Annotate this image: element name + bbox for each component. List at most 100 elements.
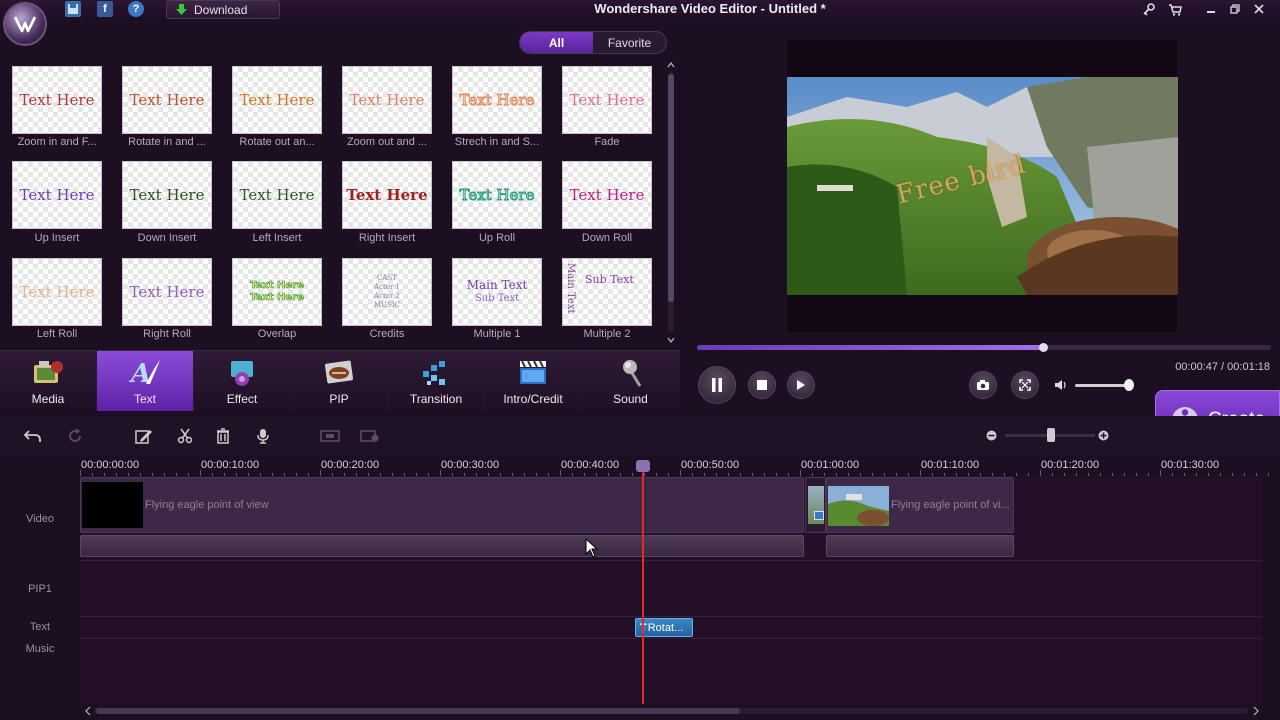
text-preset-label: Up Roll xyxy=(478,232,516,244)
category-intro-credit-label: Intro/Credit xyxy=(503,392,563,406)
video-clip-2[interactable]: Flying eagle point of vi... xyxy=(826,477,1014,533)
text-preset-rotate-in-and[interactable]: Text Here xyxy=(122,66,212,134)
category-sound[interactable]: Sound xyxy=(582,351,679,411)
scroll-right-icon[interactable] xyxy=(1252,706,1260,716)
next-frame-button[interactable] xyxy=(787,371,815,399)
volume-icon[interactable] xyxy=(1053,377,1069,393)
pause-button[interactable] xyxy=(698,366,736,404)
help-icon[interactable]: ? xyxy=(128,1,144,17)
category-intro-credit[interactable]: Intro/Credit xyxy=(485,351,582,411)
text-preset-left-insert[interactable]: Text Here xyxy=(232,161,322,229)
category-transition[interactable]: Transition xyxy=(388,351,485,411)
text-preset-right-insert[interactable]: Text Here xyxy=(342,161,432,229)
library-scroll-thumb[interactable] xyxy=(668,74,674,302)
multiple1-main-text: Main Text xyxy=(466,278,528,292)
text-preset-down-roll[interactable]: Text Here xyxy=(562,161,652,229)
timeline-scroll-thumb[interactable] xyxy=(96,708,740,714)
preset-sample-text: Text Here xyxy=(19,283,95,301)
save-icon[interactable] xyxy=(65,1,81,17)
restore-icon[interactable] xyxy=(1226,1,1244,17)
library-scrollbar[interactable] xyxy=(666,62,676,344)
fullscreen-button[interactable] xyxy=(1011,371,1039,399)
category-pip[interactable]: PIP xyxy=(291,351,388,411)
track-label-pip1: PIP1 xyxy=(28,583,52,595)
preset-sample-text: Text Here xyxy=(129,186,205,204)
app-logo[interactable] xyxy=(3,2,47,46)
category-media[interactable]: Media xyxy=(0,351,97,411)
close-icon[interactable] xyxy=(1250,1,1268,17)
transition-icon xyxy=(419,358,453,388)
video-preview[interactable]: Free bird xyxy=(787,77,1178,295)
fullscreen-icon xyxy=(1019,379,1031,391)
text-preset-label: Multiple 1 xyxy=(473,328,521,340)
title-bar: f ? Download Wondershare Video Editor - … xyxy=(0,0,1280,46)
timeline-horizontal-scrollbar[interactable] xyxy=(80,705,1262,717)
text-preset-left-roll[interactable]: Text Here xyxy=(12,258,102,326)
video-clip-1[interactable]: Flying eagle point of view xyxy=(80,477,804,533)
tab-favorite[interactable]: Favorite xyxy=(593,32,666,53)
edit-icon[interactable] xyxy=(134,426,154,446)
volume-slider-handle[interactable] xyxy=(1124,379,1134,391)
transition-marker[interactable] xyxy=(805,477,826,533)
text-preset-up-insert[interactable]: Text Here xyxy=(12,161,102,229)
undo-icon[interactable] xyxy=(23,426,43,446)
playback-timecode: 00:00:47 / 00:01:18 xyxy=(1175,361,1270,373)
zoom-slider-handle[interactable] xyxy=(1047,428,1055,442)
scroll-left-icon[interactable] xyxy=(84,706,92,716)
tab-all[interactable]: All xyxy=(520,32,593,53)
text-preset-down-insert[interactable]: Text Here xyxy=(122,161,212,229)
redo-icon[interactable] xyxy=(65,426,85,446)
facebook-icon[interactable]: f xyxy=(97,1,113,17)
zoom-in-icon[interactable] xyxy=(1097,429,1109,441)
scroll-down-icon[interactable] xyxy=(667,337,675,343)
text-preset-zoom-in-and-f[interactable]: Text Here xyxy=(12,66,102,134)
multiple2-vertical-text: Main Text xyxy=(565,263,576,314)
text-preset-zoom-out-and[interactable]: Text Here xyxy=(342,66,432,134)
preset-sample-text: Text Here xyxy=(349,91,425,109)
category-effect[interactable]: Effect xyxy=(194,351,291,411)
playhead-handle[interactable] xyxy=(636,460,650,472)
text-preset-label: Down Insert xyxy=(137,232,197,244)
download-button[interactable]: Download xyxy=(166,0,280,19)
text-preset-label: Rotate in and ... xyxy=(128,136,206,148)
crop-icon[interactable] xyxy=(320,426,340,446)
video-clip-1-audio[interactable] xyxy=(80,535,804,557)
microphone-icon[interactable] xyxy=(253,426,273,446)
pip-icon xyxy=(322,358,356,388)
text-preset-overlap[interactable]: Text Here Text Here xyxy=(232,258,322,326)
text-preset-multiple-2[interactable]: Main Text Sub Text xyxy=(562,258,652,326)
playhead-line xyxy=(642,465,644,704)
timeline-ruler[interactable]: 00:00:00:00 00:00:10:00 00:00:20:00 00:00:3… xyxy=(80,456,1270,476)
text-preset-strech-in-and-s[interactable]: Text Here xyxy=(452,66,542,134)
text-preset-up-roll[interactable]: Text Here xyxy=(452,161,542,229)
text-preset-rotate-out-an[interactable]: Text Here xyxy=(232,66,322,134)
text-preset-credits[interactable]: CAST Actor 1 Actor 2 MUSIC xyxy=(342,258,432,326)
scissors-icon[interactable] xyxy=(175,426,195,446)
download-label: Download xyxy=(194,2,248,17)
track-divider xyxy=(80,616,1262,617)
snapshot-button[interactable] xyxy=(969,371,997,399)
stop-button[interactable] xyxy=(748,371,776,399)
text-preset-right-roll[interactable]: Text Here xyxy=(122,258,212,326)
text-preset-label: Left Roll xyxy=(36,328,78,340)
video-clip-2-title: Flying eagle point of vi... xyxy=(891,499,1010,511)
text-preset-label: Right Roll xyxy=(143,328,191,340)
category-text[interactable]: A Text xyxy=(97,351,194,411)
text-preset-label: Right Insert xyxy=(358,232,416,244)
playback-progress-bar[interactable] xyxy=(697,343,1271,352)
text-preset-label: Zoom out and ... xyxy=(346,136,428,148)
track-divider xyxy=(80,560,1262,561)
text-preset-multiple-1[interactable]: Main Text Sub Text xyxy=(452,258,542,326)
minimize-icon[interactable] xyxy=(1202,1,1220,17)
scroll-up-icon[interactable] xyxy=(667,62,675,68)
cart-icon[interactable] xyxy=(1166,1,1184,17)
key-icon[interactable] xyxy=(1139,1,1157,17)
settings-icon[interactable] xyxy=(360,426,380,446)
category-toolbar: Media A Text Effect PIP Transition Intro… xyxy=(0,350,680,411)
pause-icon xyxy=(712,378,722,392)
delete-icon[interactable] xyxy=(213,426,233,446)
zoom-out-icon[interactable] xyxy=(985,429,997,441)
video-clip-2-audio[interactable] xyxy=(826,535,1014,557)
download-arrow-icon xyxy=(176,4,187,15)
text-preset-fade[interactable]: Text Here xyxy=(562,66,652,134)
